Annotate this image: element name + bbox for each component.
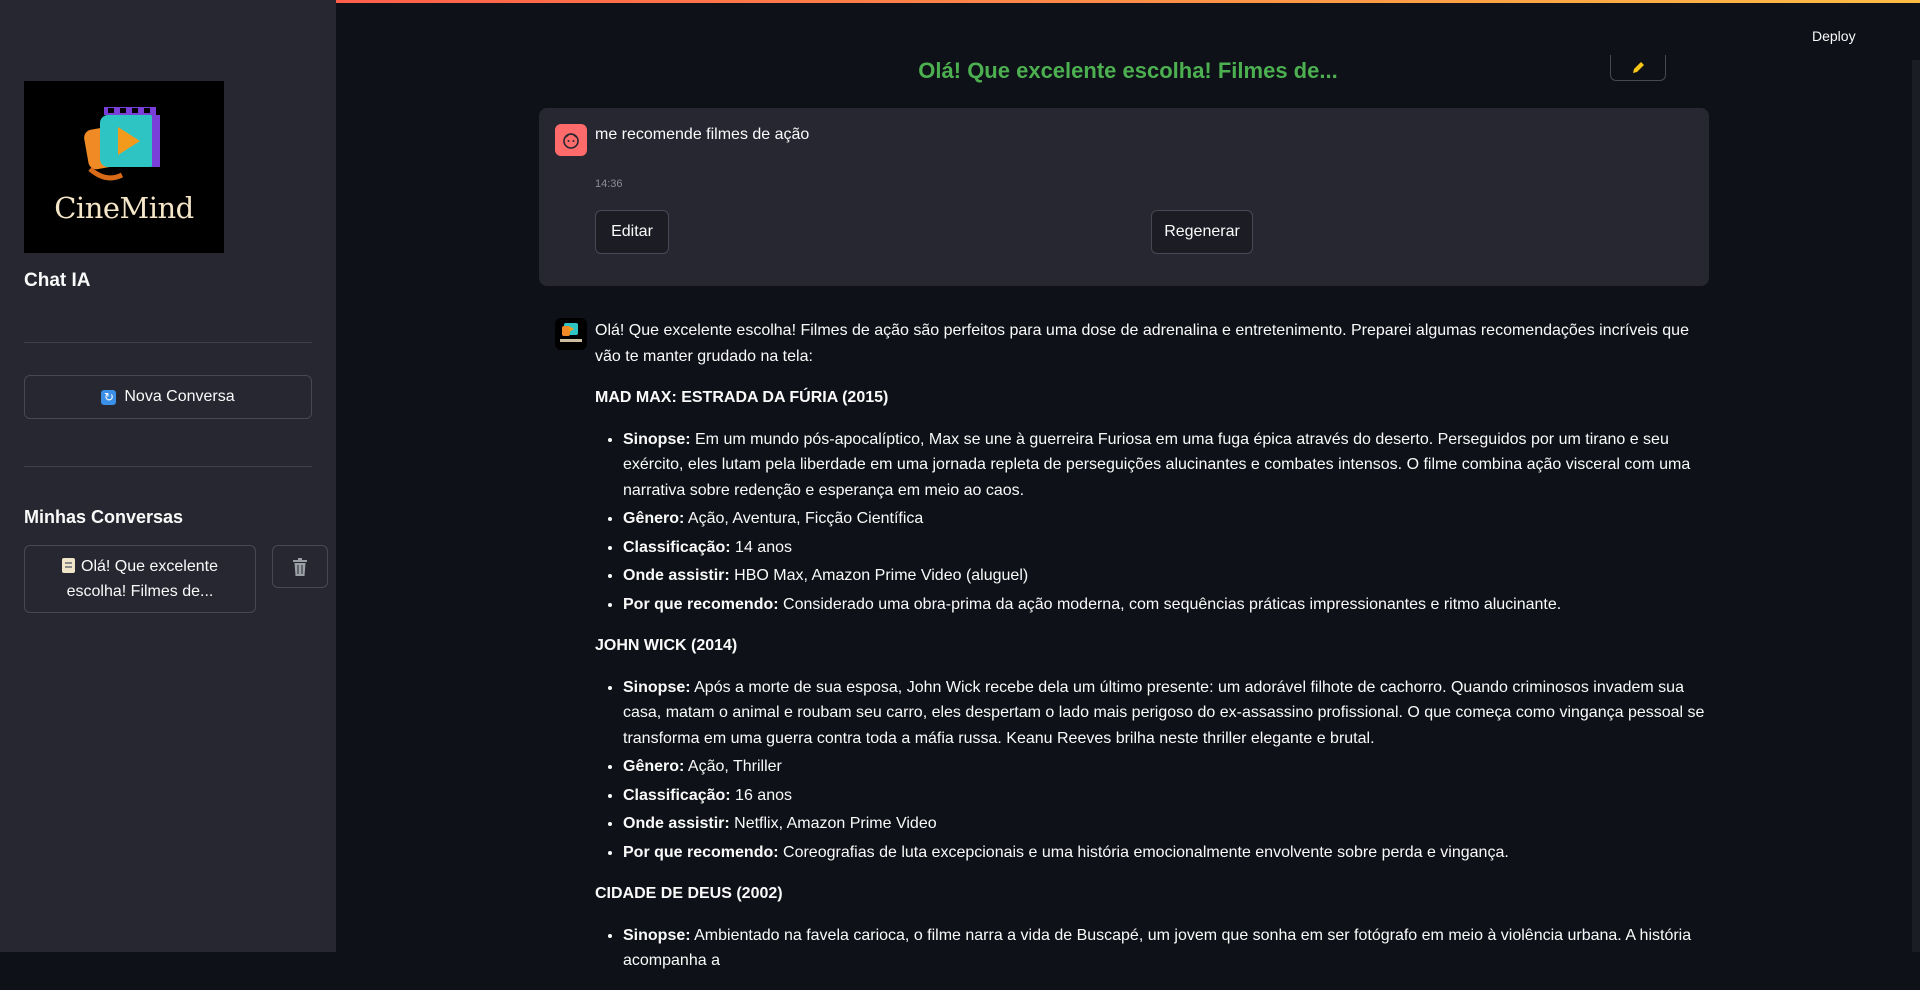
detail-label: Sinopse: [623, 678, 691, 696]
detail-label: Classificação: [623, 786, 731, 804]
detail-label: Classificação: [623, 538, 731, 556]
detail-text: Em um mundo pós-apocalíptico, Max se une… [623, 430, 1691, 499]
logo-text: CineMind [54, 191, 194, 225]
detail-text: Netflix, Amazon Prime Video [729, 815, 937, 832]
conversation-item[interactable]: Olá! Que excelente escolha! Filmes de... [24, 545, 256, 613]
detail-text: Ação, Aventura, Ficção Científica [684, 510, 924, 527]
edit-title-button[interactable] [1610, 55, 1666, 81]
detail-text: Ambientado na favela carioca, o filme na… [623, 926, 1692, 970]
detail-text: HBO Max, Amazon Prime Video (aluguel) [729, 567, 1029, 584]
user-message: me recomende filmes de ação 14:36 Editar… [539, 108, 1709, 286]
list-item: Onde assistir: HBO Max, Amazon Prime Vid… [623, 563, 1710, 589]
regenerate-button[interactable]: Regenerar [1151, 210, 1253, 254]
list-item: Por que recomendo: Coreografias de luta … [623, 840, 1710, 866]
scrollbar-track[interactable] [1912, 60, 1920, 952]
detail-text: 16 anos [730, 786, 792, 804]
detail-label: Por que recomendo: [623, 595, 779, 613]
page-title: Olá! Que excelente escolha! Filmes de... [918, 58, 1338, 83]
delete-conversation-button[interactable] [272, 545, 328, 588]
movie-title: CIDADE DE DEUS (2002) [595, 885, 783, 902]
sidebar-divider [24, 466, 312, 467]
movie-title: MAD MAX: ESTRADA DA FÚRIA (2015) [595, 389, 889, 406]
assistant-avatar [555, 318, 587, 350]
conversation-title: Olá! Que excelente escolha! Filmes de... [66, 558, 218, 600]
detail-label: Sinopse: [623, 430, 691, 448]
cinemind-avatar-icon [560, 323, 582, 342]
movie-details-list: Sinopse: Após a morte de sua esposa, Joh… [595, 675, 1710, 866]
list-item: Onde assistir: Netflix, Amazon Prime Vid… [623, 811, 1710, 837]
detail-label: Gênero: [623, 758, 685, 775]
pencil-icon [1633, 61, 1644, 73]
deploy-button[interactable]: Deploy [1812, 28, 1856, 44]
detail-label: Por que recomendo: [623, 843, 779, 861]
assistant-message: Olá! Que excelente escolha! Filmes de aç… [595, 318, 1710, 990]
conversations-title: Minhas Conversas [24, 507, 184, 527]
list-item: Sinopse: Ambientado na favela carioca, o… [623, 923, 1710, 974]
message-timestamp: 14:36 [595, 178, 623, 190]
conversation-item-content: Olá! Que excelente escolha! Filmes de... [35, 554, 245, 604]
film-play-icon [84, 107, 160, 181]
edit-button[interactable]: Editar [595, 210, 669, 254]
trash-icon [293, 557, 307, 576]
new-chat-button[interactable]: ↻ Nova Conversa [24, 375, 312, 419]
user-avatar [555, 124, 587, 156]
movie-details-list: Sinopse: Ambientado na favela carioca, o… [595, 923, 1710, 974]
sidebar: CineMind Chat IA ↻ Nova Conversa Minhas … [0, 0, 336, 952]
user-face-icon [563, 133, 579, 149]
detail-text: Ação, Thriller [684, 758, 782, 775]
detail-label: Gênero: [623, 510, 685, 527]
refresh-icon: ↻ [101, 389, 117, 405]
detail-label: Onde assistir: [623, 815, 730, 832]
list-item: Sinopse: Em um mundo pós-apocalíptico, M… [623, 427, 1710, 504]
sidebar-divider [24, 342, 312, 343]
cinemind-logo: CineMind [24, 81, 224, 253]
memo-icon [62, 558, 76, 573]
list-item: Sinopse: Após a morte de sua esposa, Joh… [623, 675, 1710, 752]
list-item: Gênero: Ação, Thriller [623, 754, 1710, 780]
detail-label: Sinopse: [623, 926, 691, 944]
list-item: Classificação: 16 anos [623, 783, 1710, 809]
list-item: Classificação: 14 anos [623, 535, 1710, 561]
detail-text: Após a morte de sua esposa, John Wick re… [623, 678, 1705, 747]
movie-details-list: Sinopse: Em um mundo pós-apocalíptico, M… [595, 427, 1710, 618]
new-chat-label: Nova Conversa [124, 388, 235, 405]
detail-text: Considerado uma obra-prima da ação moder… [778, 595, 1562, 613]
movie-title: JOHN WICK (2014) [595, 637, 738, 654]
user-message-text: me recomende filmes de ação [595, 126, 810, 143]
list-item: Gênero: Ação, Aventura, Ficção Científic… [623, 506, 1710, 532]
sidebar-title: Chat IA [24, 270, 91, 291]
assistant-intro: Olá! Que excelente escolha! Filmes de aç… [595, 322, 1689, 365]
detail-label: Onde assistir: [623, 567, 730, 584]
detail-text: Coreografias de luta excepcionais e uma … [778, 843, 1509, 861]
detail-text: 14 anos [730, 538, 792, 556]
list-item: Por que recomendo: Considerado uma obra-… [623, 592, 1710, 618]
